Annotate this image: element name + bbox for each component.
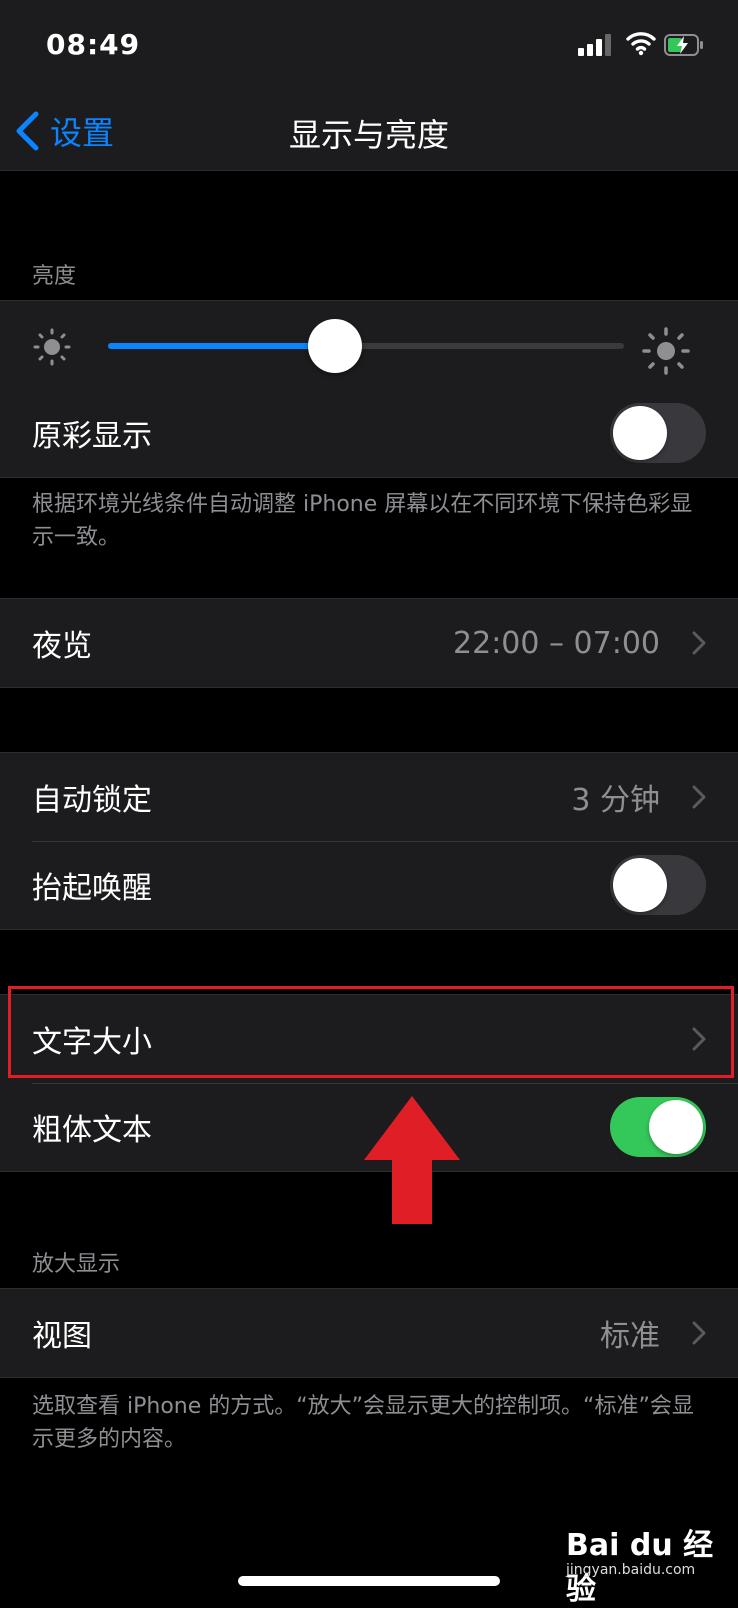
night-shift-group: 夜览 22:00 – 07:00 bbox=[0, 598, 738, 688]
brightness-slider-fill bbox=[108, 343, 336, 349]
brightness-slider[interactable] bbox=[108, 319, 624, 373]
view-value: 标准 bbox=[600, 1319, 660, 1354]
up-arrow-icon bbox=[364, 1096, 460, 1224]
highlight-box bbox=[8, 986, 734, 1078]
sun-large-icon bbox=[642, 327, 690, 375]
auto-lock-label: 自动锁定 bbox=[32, 783, 152, 818]
auto-lock-value: 3 分钟 bbox=[571, 783, 660, 818]
night-shift-value: 22:00 – 07:00 bbox=[453, 625, 660, 661]
true-tone-switch[interactable] bbox=[610, 403, 706, 463]
chevron-right-icon bbox=[692, 1321, 706, 1345]
wifi-icon bbox=[626, 32, 656, 56]
divider bbox=[0, 170, 738, 171]
auto-lock-row[interactable]: 自动锁定 3 分钟 bbox=[0, 753, 738, 841]
brightness-slider-row bbox=[0, 301, 738, 389]
night-shift-label: 夜览 bbox=[32, 629, 92, 664]
view-label: 视图 bbox=[32, 1319, 92, 1354]
navigation-bar: 设置 显示与亮度 bbox=[0, 88, 738, 170]
chevron-right-icon bbox=[692, 785, 706, 809]
brightness-slider-thumb[interactable] bbox=[308, 319, 363, 373]
section-header-display-zoom: 放大显示 bbox=[32, 1252, 121, 1277]
switch-knob bbox=[649, 1100, 703, 1154]
watermark-url: jingyan.baidu.com bbox=[566, 1562, 696, 1578]
true-tone-label: 原彩显示 bbox=[32, 419, 152, 454]
night-shift-row[interactable]: 夜览 22:00 – 07:00 bbox=[0, 599, 738, 687]
lock-group: 自动锁定 3 分钟 抬起唤醒 bbox=[0, 752, 738, 930]
watermark: Bai du 经验 jingyan.baidu.com bbox=[566, 1520, 716, 1607]
chevron-right-icon bbox=[692, 631, 706, 655]
bold-text-label: 粗体文本 bbox=[32, 1113, 152, 1148]
sun-small-icon bbox=[33, 328, 71, 366]
true-tone-row: 原彩显示 bbox=[0, 389, 738, 477]
status-time: 08:49 bbox=[46, 28, 141, 61]
battery-charging-icon bbox=[664, 34, 703, 56]
status-bar: 08:49 bbox=[0, 0, 738, 88]
display-zoom-footer: 选取查看 iPhone 的方式。“放大”会显示更大的控制项。“标准”会显示更多的… bbox=[32, 1394, 694, 1452]
cellular-signal-icon bbox=[578, 32, 614, 56]
home-indicator[interactable] bbox=[238, 1576, 500, 1586]
switch-knob bbox=[613, 858, 667, 912]
switch-knob bbox=[613, 406, 667, 460]
raise-to-wake-label: 抬起唤醒 bbox=[32, 871, 152, 906]
raise-to-wake-switch[interactable] bbox=[610, 855, 706, 915]
bold-text-switch[interactable] bbox=[610, 1097, 706, 1157]
page-title: 显示与亮度 bbox=[288, 116, 449, 154]
display-zoom-group: 视图 标准 bbox=[0, 1288, 738, 1378]
raise-to-wake-row: 抬起唤醒 bbox=[0, 841, 738, 929]
view-row[interactable]: 视图 标准 bbox=[0, 1289, 738, 1377]
section-header-brightness: 亮度 bbox=[32, 264, 77, 289]
true-tone-footer: 根据环境光线条件自动调整 iPhone 屏幕以在不同环境下保持色彩显示一致。 bbox=[32, 492, 693, 550]
brightness-group: 原彩显示 bbox=[0, 300, 738, 478]
